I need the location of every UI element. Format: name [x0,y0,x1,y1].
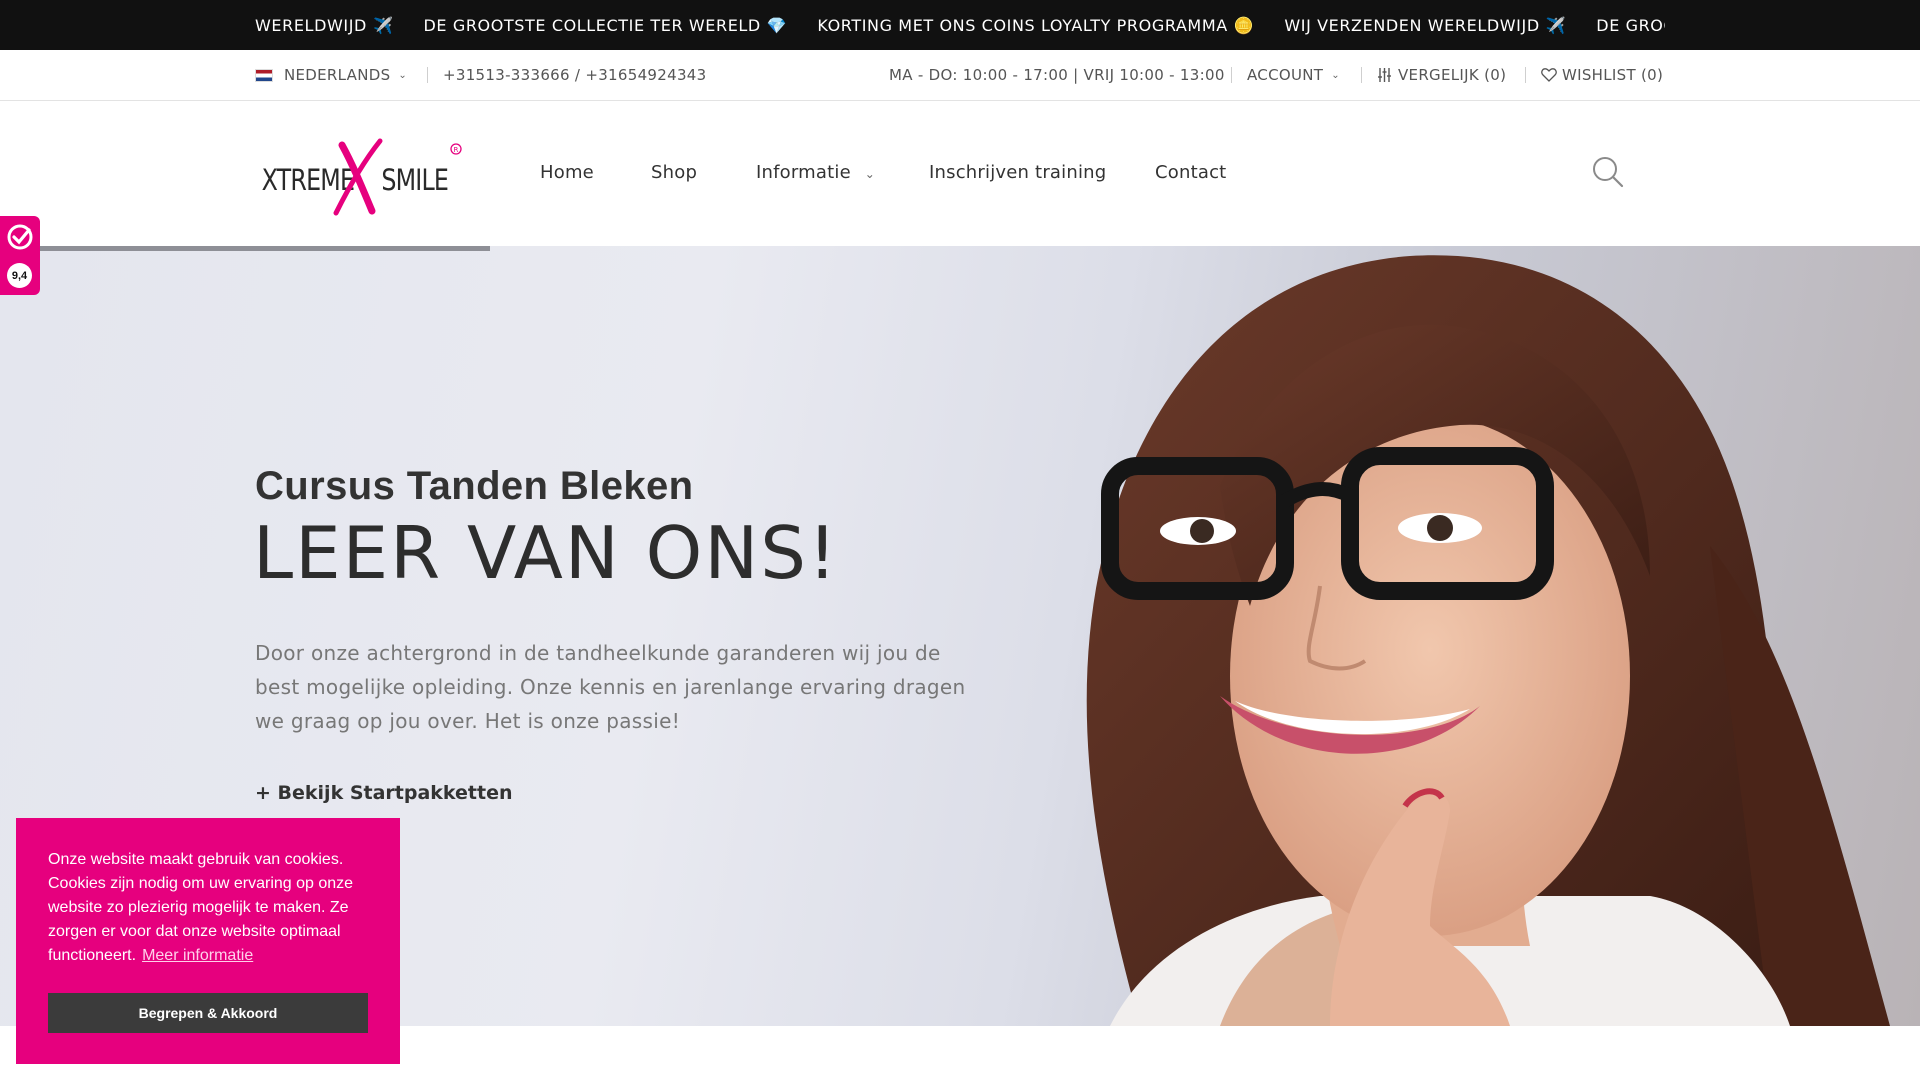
cookie-more-info-link[interactable]: Meer informatie [142,947,253,964]
account-label: ACCOUNT [1247,66,1324,84]
ticker-track: WERELDWIJD ✈️ DE GROOTSTE COLLECTIE TER W… [255,0,1665,50]
startpakketten-link[interactable]: + Bekijk Startpakketten [255,782,513,804]
review-check-icon [7,224,33,250]
wishlist-label: WISHLIST (0) [1562,66,1664,84]
hero-image-woman [1086,255,1890,1026]
ticker-item: KORTING MET ONS COINS LOYALTY PROGRAMMA 🪙 [817,15,1255,35]
utility-bar: NEDERLANDS ⌄ +31513-333666 / +3165492434… [0,50,1920,101]
cookie-consent-banner: Onze website maakt gebruik van cookies. … [16,818,400,1064]
ticker-item: DE GROOTSTE COLLECTIE TER WERELD💎 [423,15,788,35]
divider [1231,67,1232,83]
chevron-down-icon: ⌄ [864,167,876,181]
phone-text: +31513-333666 / +31654924343 [443,66,707,84]
wishlist-link[interactable]: WISHLIST (0) [1541,50,1663,100]
ticker-item: WERELDWIJD ✈️ [255,15,394,35]
nav-inschrijven-training[interactable]: Inschrijven training [929,162,1106,183]
nav-contact[interactable]: Contact [1155,162,1226,183]
account-menu[interactable]: ACCOUNT ⌄ [1247,50,1340,100]
cookie-text: Onze website maakt gebruik van cookies. … [48,848,368,968]
search-icon[interactable] [1590,154,1626,190]
heart-icon [1541,68,1557,82]
chevron-down-icon: ⌄ [1331,69,1340,81]
language-selector[interactable]: NEDERLANDS ⌄ [255,50,407,100]
opening-hours: MA - DO: 10:00 - 17:00 | VRIJ 10:00 - 13… [889,50,1225,100]
divider [1361,67,1362,83]
divider [427,67,428,83]
main-header: XTREME SMILE R Home Shop Informatie ⌄ In… [0,101,1920,246]
hours-text: MA - DO: 10:00 - 17:00 | VRIJ 10:00 - 13… [889,66,1225,84]
chevron-down-icon: ⌄ [398,69,408,81]
divider [1525,67,1526,83]
svg-text:XTREME: XTREME [262,164,355,198]
review-score: 9,4 [7,263,32,288]
hero-description: Door onze achtergrond in de tandheelkund… [255,641,966,733]
svg-text:SMILE: SMILE [381,164,448,198]
slider-progress-bar [0,246,490,251]
flag-nl-icon [255,68,273,82]
language-label: NEDERLANDS [284,66,391,84]
sliders-icon [1378,68,1391,82]
nav-home[interactable]: Home [540,162,594,183]
ticker-item: DE GROOTSTE COLLECTIE TER WERELD💎 [1596,15,1665,35]
cookie-accept-button[interactable]: Begrepen & Akkoord [48,993,368,1033]
site-logo[interactable]: XTREME SMILE R [260,137,465,217]
review-badge[interactable]: 9,4 [0,216,40,295]
compare-label: VERGELIJK (0) [1398,66,1507,84]
svg-text:R: R [454,146,459,154]
compare-link[interactable]: VERGELIJK (0) [1377,50,1506,100]
nav-shop[interactable]: Shop [651,162,697,183]
nav-informatie-label: Informatie [756,162,851,183]
hero-title: LEER VAN ONS! [253,511,839,595]
nav-informatie[interactable]: Informatie ⌄ [756,162,875,183]
phone-numbers[interactable]: +31513-333666 / +31654924343 [443,50,707,100]
hero-subtitle: Cursus Tanden Bleken [255,464,694,508]
announcement-ticker: WERELDWIJD ✈️ DE GROOTSTE COLLECTIE TER W… [0,0,1920,50]
ticker-item: WIJ VERZENDEN WERELDWIJD ✈️ [1284,15,1567,35]
